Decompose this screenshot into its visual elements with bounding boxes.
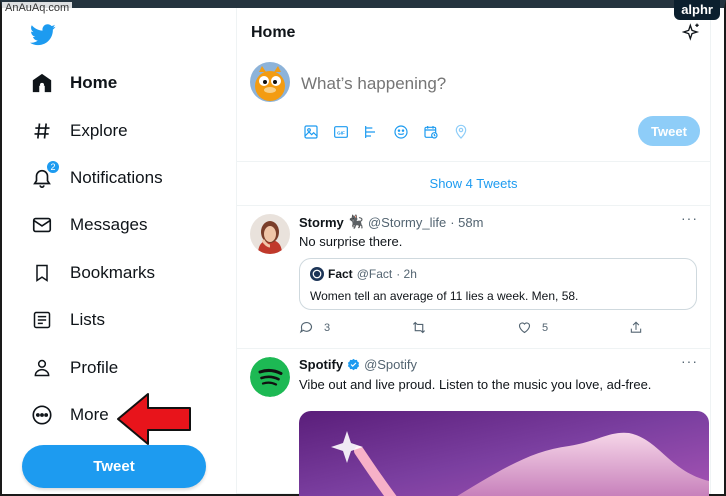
brand-badge: alphr bbox=[674, 0, 720, 20]
emoji-icon[interactable] bbox=[391, 122, 411, 142]
tweet-actions: 3 5 bbox=[299, 320, 649, 340]
like-button[interactable]: 5 bbox=[517, 320, 548, 335]
compose-tweet-button[interactable]: Tweet bbox=[638, 116, 700, 146]
bell-icon: 2 bbox=[30, 160, 60, 190]
poll-icon[interactable] bbox=[361, 122, 381, 142]
compose-toolbar: GIF bbox=[301, 122, 471, 142]
tweet-button[interactable]: Tweet bbox=[22, 445, 206, 488]
like-count: 5 bbox=[542, 321, 549, 334]
nav-home[interactable]: Home bbox=[30, 68, 117, 98]
quoted-author-name: Fact bbox=[328, 267, 353, 281]
gif-icon[interactable]: GIF bbox=[331, 122, 351, 142]
nav-label: Bookmarks bbox=[70, 263, 156, 282]
location-icon[interactable] bbox=[451, 122, 471, 142]
nav-more[interactable]: More bbox=[30, 400, 109, 430]
envelope-icon bbox=[30, 213, 54, 237]
sparkle-icon[interactable] bbox=[682, 22, 702, 42]
quoted-tweet[interactable]: Fact @Fact · 2h Women tell an average of… bbox=[299, 258, 697, 310]
quoted-author-handle: @Fact bbox=[356, 267, 393, 281]
share-icon bbox=[630, 321, 642, 333]
list-icon bbox=[30, 308, 54, 332]
tweet-text: Vibe out and live proud. Listen to the m… bbox=[299, 377, 652, 392]
home-icon bbox=[30, 71, 54, 95]
reply-icon bbox=[299, 321, 313, 334]
author-name[interactable]: Spotify bbox=[299, 357, 343, 372]
nav-label: Messages bbox=[70, 215, 148, 234]
sidebar: Home Explore 2 Notifications Messages Bo… bbox=[2, 8, 235, 494]
author-name[interactable]: Stormy bbox=[299, 215, 344, 230]
tweet[interactable]: Spotify @Spotify ··· Vibe out and live p… bbox=[237, 349, 710, 496]
heart-icon bbox=[518, 322, 531, 334]
nav-label: Explore bbox=[70, 121, 128, 140]
person-icon bbox=[30, 356, 54, 380]
quoted-tweet-time: · 2h bbox=[396, 267, 417, 281]
svg-text:GIF: GIF bbox=[337, 130, 345, 135]
twitter-logo-icon[interactable] bbox=[30, 24, 56, 46]
nav-label: Profile bbox=[70, 358, 119, 377]
image-icon[interactable] bbox=[301, 122, 321, 142]
nav-explore[interactable]: Explore bbox=[30, 116, 128, 146]
avatar[interactable] bbox=[250, 62, 290, 102]
author-handle[interactable]: @Spotify bbox=[364, 357, 417, 372]
tweet-time[interactable]: · 58m bbox=[450, 215, 483, 230]
more-options-icon[interactable]: ··· bbox=[681, 353, 698, 369]
nav-profile[interactable]: Profile bbox=[30, 353, 118, 383]
reply-button[interactable]: 3 bbox=[299, 320, 330, 335]
avatar[interactable] bbox=[250, 214, 290, 254]
nav-label: More bbox=[70, 405, 109, 424]
more-options-icon[interactable]: ··· bbox=[681, 210, 698, 226]
avatar[interactable] bbox=[250, 357, 290, 397]
nav-lists[interactable]: Lists bbox=[30, 305, 105, 335]
cat-emoji: 🐈‍⬛ bbox=[347, 214, 364, 229]
nav-messages[interactable]: Messages bbox=[30, 210, 147, 240]
compose-input[interactable] bbox=[301, 74, 601, 94]
tweet-media-image[interactable] bbox=[299, 411, 709, 496]
share-button[interactable] bbox=[629, 320, 643, 335]
nav-bookmarks[interactable]: Bookmarks bbox=[30, 258, 155, 288]
avatar bbox=[310, 267, 324, 281]
red-arrow-annotation bbox=[117, 393, 191, 445]
quoted-tweet-header: Fact @Fact · 2h bbox=[310, 267, 417, 281]
show-new-tweets-link[interactable]: Show 4 Tweets bbox=[237, 162, 710, 206]
tweet[interactable]: Stormy 🐈‍⬛ @Stormy_life · 58m ··· No sur… bbox=[237, 206, 710, 349]
retweet-button[interactable] bbox=[411, 320, 427, 335]
tweet-header: Spotify @Spotify bbox=[299, 357, 417, 372]
notification-count-badge: 2 bbox=[46, 160, 60, 174]
verified-badge-icon bbox=[347, 358, 360, 371]
reply-count: 3 bbox=[324, 321, 331, 334]
timeline-header: Home bbox=[237, 8, 710, 52]
page-title: Home bbox=[251, 24, 296, 41]
bookmark-icon bbox=[30, 261, 54, 285]
nav-notifications[interactable]: 2 Notifications bbox=[30, 160, 163, 193]
quoted-tweet-text: Women tell an average of 11 lies a week.… bbox=[310, 289, 579, 303]
watermark: AnAuAq.com bbox=[2, 2, 73, 14]
nav-label: Lists bbox=[70, 310, 105, 329]
hashtag-icon bbox=[30, 119, 54, 143]
tweet-text: No surprise there. bbox=[299, 234, 403, 249]
nav-label: Notifications bbox=[70, 168, 163, 187]
tweet-header: Stormy 🐈‍⬛ @Stormy_life · 58m bbox=[299, 214, 483, 230]
retweet-icon bbox=[412, 321, 426, 334]
tweet-composer: GIF Tweet bbox=[237, 52, 710, 162]
more-circle-icon bbox=[30, 403, 54, 427]
main-timeline: Home GIF bbox=[236, 8, 711, 496]
author-handle[interactable]: @Stormy_life bbox=[368, 215, 446, 230]
nav-label: Home bbox=[70, 73, 118, 92]
schedule-icon[interactable] bbox=[421, 122, 441, 142]
